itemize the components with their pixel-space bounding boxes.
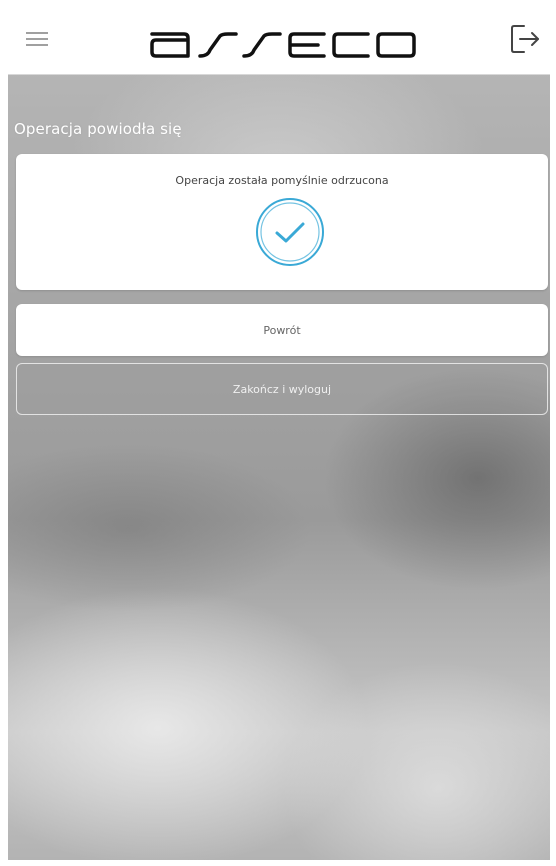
app-header: asseco bbox=[8, 8, 550, 75]
result-message: Operacja została pomyślnie odrzucona bbox=[175, 174, 389, 187]
logout-icon[interactable] bbox=[508, 22, 542, 56]
checkmark-circle-icon bbox=[256, 198, 324, 266]
section-title: Operacja powiodła się bbox=[14, 120, 182, 138]
back-button[interactable]: Powrót bbox=[16, 304, 548, 356]
finish-and-logout-button[interactable]: Zakończ i wyloguj bbox=[16, 363, 548, 415]
app-screen: asseco Operacja bbox=[8, 8, 550, 860]
result-card: Operacja została pomyślnie odrzucona bbox=[16, 154, 548, 290]
hamburger-menu-icon[interactable] bbox=[26, 32, 48, 48]
asseco-logo: asseco bbox=[150, 32, 416, 58]
